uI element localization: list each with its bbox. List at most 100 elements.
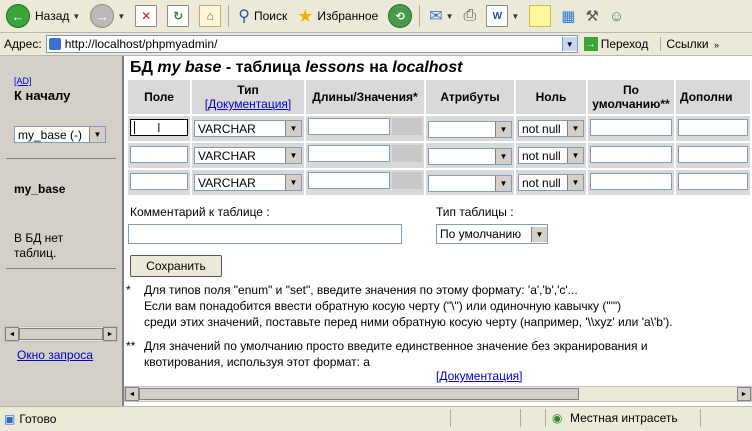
scroll-thumb[interactable] [19,328,103,340]
col-default-line1: По [623,83,639,97]
col-type: Тип [Документация] [192,80,304,114]
default-input[interactable] [590,172,672,190]
chevron-down-icon[interactable]: ▼ [72,12,80,21]
scroll-left-arrow-icon[interactable]: ◄ [125,387,139,401]
extra-input[interactable] [678,145,748,163]
length-input[interactable] [308,145,390,162]
stop-button[interactable]: ✕ [131,3,161,29]
print-button[interactable]: ⎙ [460,3,481,29]
chevron-down-icon[interactable]: ▼ [446,12,454,21]
refresh-button[interactable]: ↻ [163,3,193,29]
table-row: VARCHAR ▼ ▼ not null ▼ [128,170,750,195]
scroll-right-arrow-icon[interactable]: ► [103,327,117,341]
status-divider [520,409,521,427]
messenger-button[interactable]: ☺ [605,3,628,29]
favorites-label: Избранное [317,9,379,23]
search-icon: ⚲ [238,8,250,25]
tools-button[interactable]: ⚒ [581,3,602,29]
status-divider [700,409,701,427]
documentation-link[interactable]: [Документация] [436,369,523,383]
status-divider [545,409,546,427]
favorites-button[interactable]: ★ Избранное [293,3,382,29]
attributes-select[interactable]: ▼ [428,175,512,193]
chevron-down-icon: ▼ [567,121,583,136]
attributes-select[interactable]: ▼ [428,148,512,166]
null-select[interactable]: not null ▼ [518,120,584,137]
address-input[interactable]: http://localhost/phpmyadmin/ ▼ [45,35,578,53]
research-icon: ▦ [561,8,576,25]
note-default: ** Для значений по умолчанию просто введи… [126,339,648,369]
go-button[interactable]: → Переход [583,37,648,51]
chevron-down-icon[interactable]: ▼ [511,12,519,21]
comment-label: Комментарий к таблице : [130,205,270,219]
comment-input[interactable] [128,224,402,244]
col-extra: Дополни [676,80,750,114]
type-select[interactable]: VARCHAR ▼ [194,147,302,164]
chevron-down-icon[interactable]: ▼ [117,12,125,21]
chevron-down-icon: ▼ [285,148,301,163]
note1-line3: среди этих значений, поставьте перед ним… [144,315,673,329]
printer-icon: ⎙ [463,7,477,24]
scroll-left-arrow-icon[interactable]: ◄ [5,327,19,341]
type-select-value: VARCHAR [198,148,256,163]
main-horizontal-scrollbar[interactable]: ◄ ► [124,386,752,402]
forward-button[interactable]: → ▼ [86,3,129,29]
chevron-down-icon: ▼ [285,121,301,136]
default-input[interactable] [590,118,672,136]
type-doc-link[interactable]: [Документация] [205,97,292,111]
type-select[interactable]: VARCHAR ▼ [194,120,302,137]
ad-link[interactable]: [AD] [14,76,32,86]
links-button[interactable]: Ссылки » [660,37,719,51]
note1-line1: Для типов поля "enum" и "set", введите з… [144,283,578,297]
length-input[interactable] [308,172,390,189]
length-spacer [392,118,422,135]
scroll-right-arrow-icon[interactable]: ► [737,387,751,401]
scroll-thumb[interactable] [139,388,579,400]
links-label: Ссылки [666,37,709,51]
notes-button[interactable] [525,3,555,29]
attributes-select[interactable]: ▼ [428,121,512,139]
query-window-link[interactable]: Окно запроса [17,348,93,362]
browser-toolbar: ← Назад ▼ → ▼ ✕ ↻ ⌂ ⚲ Поиск ★ Избранное … [0,0,752,33]
extra-input[interactable] [678,172,748,190]
back-label: Назад [35,9,70,23]
history-button[interactable]: ⟲ [384,3,416,29]
null-select-value: not null [522,175,561,190]
table-type-value: По умолчанию [440,227,522,241]
left-horizontal-scrollbar[interactable]: ◄ ► [4,326,118,342]
research-button[interactable]: ▦ [557,3,579,29]
page-icon [48,38,61,50]
mail-button[interactable]: ✉ ▼ [425,3,457,29]
field-name-input[interactable] [130,172,188,190]
null-select-value: not null [522,121,561,136]
search-button[interactable]: ⚲ Поиск [234,3,291,29]
go-arrow-icon: → [583,37,598,51]
home-button[interactable]: ⌂ [195,3,225,29]
length-input[interactable] [308,118,390,135]
chevron-down-icon: ▼ [567,175,583,190]
null-select[interactable]: not null ▼ [518,147,584,164]
search-label: Поиск [253,9,288,23]
col-default-line2: умолчанию** [592,97,670,111]
edit-button[interactable]: W ▼ [482,3,523,29]
status-zone: Местная интрасеть [570,411,678,425]
title-host: localhost [392,59,463,76]
col-attributes: Атрибуты [426,80,514,114]
null-select[interactable]: not null ▼ [518,174,584,191]
default-input[interactable] [590,145,672,163]
home-link[interactable]: К началу [14,88,70,103]
chevron-down-icon[interactable]: ▼ [561,37,577,51]
table-type-select[interactable]: По умолчанию ▼ [436,224,548,244]
note2-line1: Для значений по умолчанию просто введите… [144,339,648,353]
field-name-input[interactable] [130,145,188,163]
col-default: По умолчанию** [588,80,674,114]
toolbar-separator [419,5,421,27]
save-button[interactable]: Сохранить [130,255,222,277]
chevron-down-icon: ▼ [285,175,301,190]
back-button[interactable]: ← Назад ▼ [2,3,84,29]
history-icon: ⟲ [388,4,413,28]
type-select[interactable]: VARCHAR ▼ [194,174,302,191]
field-name-input[interactable]: I [130,118,188,136]
database-select[interactable]: my_base (-) ▼ [14,126,106,143]
extra-input[interactable] [678,118,748,136]
